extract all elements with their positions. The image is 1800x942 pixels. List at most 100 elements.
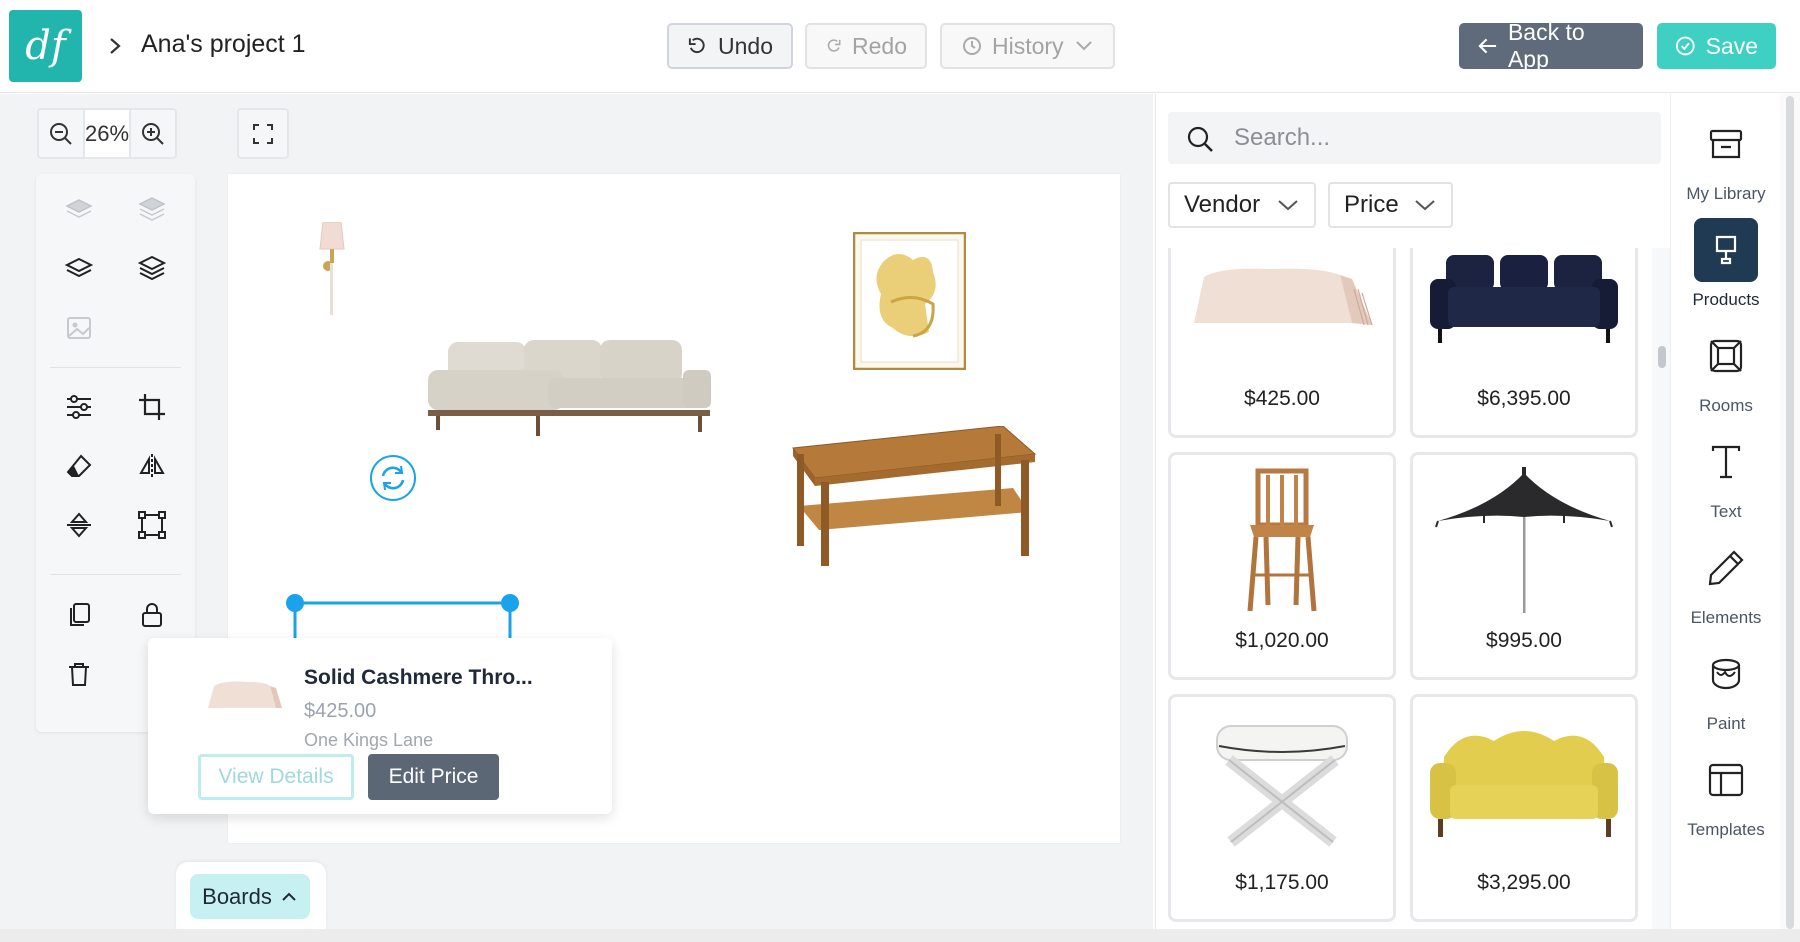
duplicate-button[interactable] bbox=[59, 595, 99, 635]
search-input[interactable] bbox=[1234, 112, 1634, 164]
products-scroll-thumb[interactable] bbox=[1658, 346, 1666, 368]
transform-icon bbox=[138, 511, 166, 539]
layer-back-icon bbox=[65, 199, 93, 218]
wooden-chair-icon bbox=[1247, 468, 1317, 612]
back-to-app-button[interactable]: Back to App bbox=[1459, 19, 1643, 72]
product-price: $6,395.00 bbox=[1477, 387, 1571, 410]
yellow-sofa-icon bbox=[1430, 731, 1618, 837]
rail-item-my-library[interactable]: My Library bbox=[1671, 112, 1781, 212]
canvas-area: 26% Solid Cashmere Thro... $425.00 One K… bbox=[0, 94, 1153, 932]
rail-label: Products bbox=[1692, 290, 1760, 309]
rail-item-products[interactable]: Products bbox=[1671, 218, 1781, 318]
product-card[interactable]: $6,395.00 bbox=[1410, 248, 1638, 438]
layer-forward-icon bbox=[64, 257, 94, 278]
umbrella-icon bbox=[1435, 467, 1613, 613]
item-thumbnail bbox=[208, 681, 282, 708]
rail-item-rooms[interactable]: Rooms bbox=[1671, 324, 1781, 424]
save-button[interactable]: Save bbox=[1657, 23, 1776, 69]
check-circle-icon bbox=[1675, 36, 1695, 56]
wall-sconce-item[interactable] bbox=[316, 222, 348, 322]
vendor-filter[interactable]: Vendor bbox=[1168, 182, 1316, 228]
pen-icon bbox=[1708, 550, 1744, 586]
navy-sofa-icon bbox=[1430, 255, 1618, 343]
image-icon bbox=[67, 317, 91, 339]
rail-item-paint[interactable]: Paint bbox=[1671, 642, 1781, 742]
back-to-app-label: Back to App bbox=[1507, 19, 1585, 72]
zoom-in-icon bbox=[142, 122, 164, 145]
rail-label: Text bbox=[1710, 502, 1742, 521]
lamp-icon bbox=[1715, 235, 1737, 265]
product-card[interactable]: $3,295.00 bbox=[1410, 694, 1638, 922]
redo-button[interactable]: Redo bbox=[805, 23, 927, 69]
boards-button[interactable]: Boards bbox=[190, 874, 310, 919]
product-price: $425.00 bbox=[1244, 387, 1320, 410]
rail-item-templates[interactable]: Templates bbox=[1671, 748, 1781, 848]
history-label: History bbox=[992, 32, 1064, 59]
right-rail: My Library Products Rooms Text Elements … bbox=[1670, 94, 1780, 929]
rail-item-text[interactable]: Text bbox=[1671, 430, 1781, 530]
sectional-sofa-item[interactable] bbox=[418, 334, 718, 442]
product-card[interactable]: $425.00 bbox=[1168, 248, 1396, 438]
zoom-out-button[interactable] bbox=[39, 110, 83, 157]
undo-button[interactable]: Undo bbox=[667, 23, 793, 69]
chevron-up-icon bbox=[282, 892, 296, 901]
bottom-edge bbox=[0, 929, 1800, 942]
product-price: $995.00 bbox=[1486, 629, 1562, 652]
adjust-button[interactable] bbox=[59, 387, 99, 427]
rotate-handle[interactable] bbox=[364, 449, 422, 507]
flip-horizontal-button[interactable] bbox=[132, 446, 172, 486]
top-bar: df Ana's project 1 Undo Redo History Bac… bbox=[0, 0, 1800, 93]
products-panel: Vendor Price $425.00 bbox=[1155, 94, 1670, 929]
item-vendor: One Kings Lane bbox=[304, 730, 434, 750]
item-detail-popup: Solid Cashmere Thro... $425.00 One Kings… bbox=[148, 638, 612, 814]
product-card[interactable]: $1,175.00 bbox=[1168, 694, 1396, 922]
price-filter-label: Price bbox=[1344, 191, 1399, 218]
bring-to-front-button[interactable] bbox=[132, 249, 172, 289]
rail-label: Paint bbox=[1706, 714, 1746, 733]
product-price: $3,295.00 bbox=[1477, 871, 1571, 894]
rail-label: Templates bbox=[1687, 820, 1765, 839]
chevron-down-icon bbox=[1415, 200, 1435, 211]
gold-artwork-item[interactable] bbox=[853, 232, 966, 370]
boards-label: Boards bbox=[202, 883, 272, 909]
bring-forward-button[interactable] bbox=[59, 249, 99, 289]
fullscreen-button[interactable] bbox=[237, 108, 289, 159]
price-filter[interactable]: Price bbox=[1328, 182, 1453, 228]
save-label: Save bbox=[1705, 32, 1758, 59]
logo[interactable]: df bbox=[9, 10, 82, 82]
redo-icon bbox=[827, 39, 841, 52]
lock-button[interactable] bbox=[132, 595, 172, 635]
edit-price-button[interactable]: Edit Price bbox=[368, 754, 499, 800]
rail-item-elements[interactable]: Elements bbox=[1671, 536, 1781, 636]
view-details-button[interactable]: View Details bbox=[198, 754, 354, 800]
throw-blanket-icon bbox=[1194, 268, 1373, 326]
text-icon bbox=[1711, 445, 1741, 479]
delete-button[interactable] bbox=[59, 654, 99, 694]
zoom-level[interactable]: 26% bbox=[82, 110, 132, 157]
eraser-icon bbox=[66, 454, 92, 477]
transform-button[interactable] bbox=[132, 505, 172, 545]
arrow-left-icon bbox=[1478, 38, 1497, 54]
app-window: df Ana's project 1 Undo Redo History Bac… bbox=[0, 0, 1800, 942]
project-title[interactable]: Ana's project 1 bbox=[141, 30, 306, 59]
send-backward-button[interactable] bbox=[59, 190, 99, 230]
send-to-back-button[interactable] bbox=[132, 190, 172, 230]
archive-icon bbox=[1709, 129, 1743, 159]
product-price: $1,020.00 bbox=[1235, 629, 1329, 652]
crop-button[interactable] bbox=[132, 387, 172, 427]
history-button[interactable]: History bbox=[940, 23, 1115, 69]
zoom-in-button[interactable] bbox=[131, 110, 175, 157]
product-card[interactable]: $1,020.00 bbox=[1168, 452, 1396, 680]
layers-back-icon bbox=[138, 197, 166, 221]
coffee-table-item[interactable] bbox=[785, 426, 1037, 566]
sliders-icon bbox=[67, 395, 91, 419]
erase-button[interactable] bbox=[59, 446, 99, 486]
undo-label: Undo bbox=[718, 32, 773, 59]
history-icon bbox=[963, 37, 981, 55]
search-icon bbox=[1187, 126, 1213, 152]
copy-icon bbox=[70, 603, 90, 626]
flip-vertical-button[interactable] bbox=[59, 505, 99, 545]
product-card[interactable]: $995.00 bbox=[1410, 452, 1638, 680]
window-scroll-thumb[interactable] bbox=[1786, 96, 1794, 929]
replace-image-button[interactable] bbox=[59, 308, 99, 348]
